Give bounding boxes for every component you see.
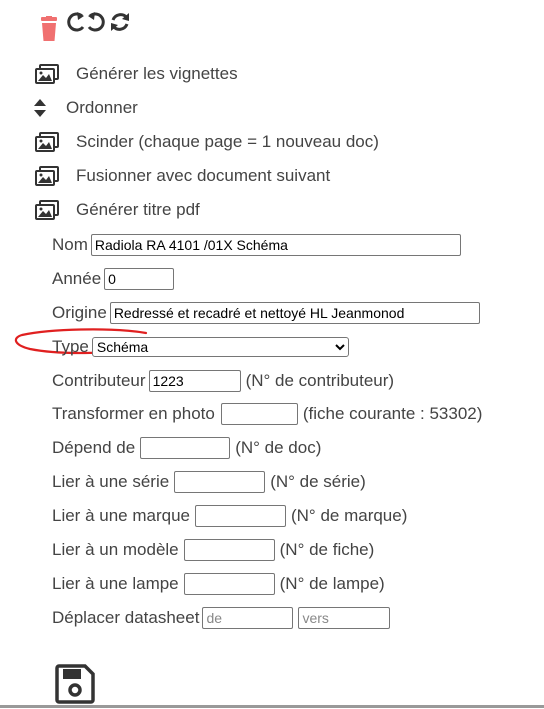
contributeur-input[interactable] [148, 370, 241, 392]
annee-label: Année [52, 269, 102, 288]
contributeur-hint: (N° de contributeur) [245, 371, 395, 390]
form-row-modele: Lier à un modèle (N° de fiche) [52, 538, 374, 562]
nom-label: Nom [52, 235, 88, 254]
serie-label: Lier à une série [52, 472, 170, 491]
sort-icon [32, 97, 48, 119]
modele-hint: (N° de fiche) [279, 540, 375, 559]
depend-input[interactable] [140, 437, 231, 459]
lampe-input[interactable] [183, 573, 275, 595]
action-generate-pdf-title[interactable]: Générer titre pdf [34, 198, 200, 222]
contributeur-label: Contributeur [52, 371, 146, 390]
modele-input[interactable] [183, 539, 275, 561]
action-label: Générer les vignettes [76, 64, 238, 83]
images-icon [34, 165, 60, 187]
depend-label: Dépend de [52, 438, 136, 457]
action-merge-next[interactable]: Fusionner avec document suivant [34, 164, 330, 188]
lampe-label: Lier à une lampe [52, 574, 179, 593]
action-reorder[interactable]: Ordonner [32, 96, 138, 120]
serie-hint: (N° de série) [270, 472, 366, 491]
deplacer-from-input[interactable] [202, 607, 294, 629]
form-row-lampe: Lier à une lampe (N° de lampe) [52, 572, 385, 596]
trash-icon[interactable] [38, 16, 60, 47]
action-split[interactable]: Scinder (chaque page = 1 nouveau doc) [34, 130, 379, 154]
form-row-serie: Lier à une série (N° de série) [52, 470, 366, 494]
transformer-label: Transformer en photo [52, 404, 215, 423]
form-row-deplacer: Déplacer datasheet [52, 606, 391, 630]
modele-label: Lier à un modèle [52, 540, 179, 559]
action-label: Générer titre pdf [76, 200, 200, 219]
type-label: Type [52, 337, 89, 356]
origine-input[interactable] [109, 302, 480, 324]
form-row-annee: Année [52, 267, 175, 291]
form-row-origine: Origine [52, 301, 480, 325]
action-label: Scinder (chaque page = 1 nouveau doc) [76, 132, 379, 151]
rotate-right-icon[interactable] [84, 10, 108, 39]
annee-input[interactable] [104, 268, 175, 290]
sync-icon[interactable] [108, 10, 132, 39]
depend-hint: (N° de doc) [235, 438, 322, 457]
action-generate-thumbnails[interactable]: Générer les vignettes [34, 62, 238, 86]
deplacer-to-input[interactable] [298, 607, 391, 629]
marque-label: Lier à une marque [52, 506, 190, 525]
save-icon[interactable] [55, 664, 95, 709]
images-icon [34, 199, 60, 221]
transformer-input[interactable] [220, 403, 298, 425]
marque-input[interactable] [194, 505, 286, 527]
images-icon [34, 63, 60, 85]
serie-input[interactable] [174, 471, 266, 493]
action-label: Fusionner avec document suivant [76, 166, 331, 185]
nom-input[interactable] [90, 234, 461, 256]
form-row-nom: Nom [52, 233, 461, 257]
form-row-type: Type Schéma [52, 335, 349, 359]
marque-hint: (N° de marque) [290, 506, 408, 525]
type-select[interactable]: Schéma [91, 337, 349, 357]
form-row-marque: Lier à une marque (N° de marque) [52, 504, 407, 528]
form-row-depend: Dépend de (N° de doc) [52, 436, 321, 460]
lampe-hint: (N° de lampe) [279, 574, 385, 593]
images-icon [34, 131, 60, 153]
origine-label: Origine [52, 303, 107, 322]
transformer-hint: (fiche courante : 53302) [302, 404, 483, 423]
form-row-transformer: Transformer en photo (fiche courante : 5… [52, 402, 482, 426]
form-row-contributeur: Contributeur (N° de contributeur) [52, 369, 394, 393]
deplacer-label: Déplacer datasheet [52, 608, 200, 627]
action-label: Ordonner [66, 98, 138, 117]
